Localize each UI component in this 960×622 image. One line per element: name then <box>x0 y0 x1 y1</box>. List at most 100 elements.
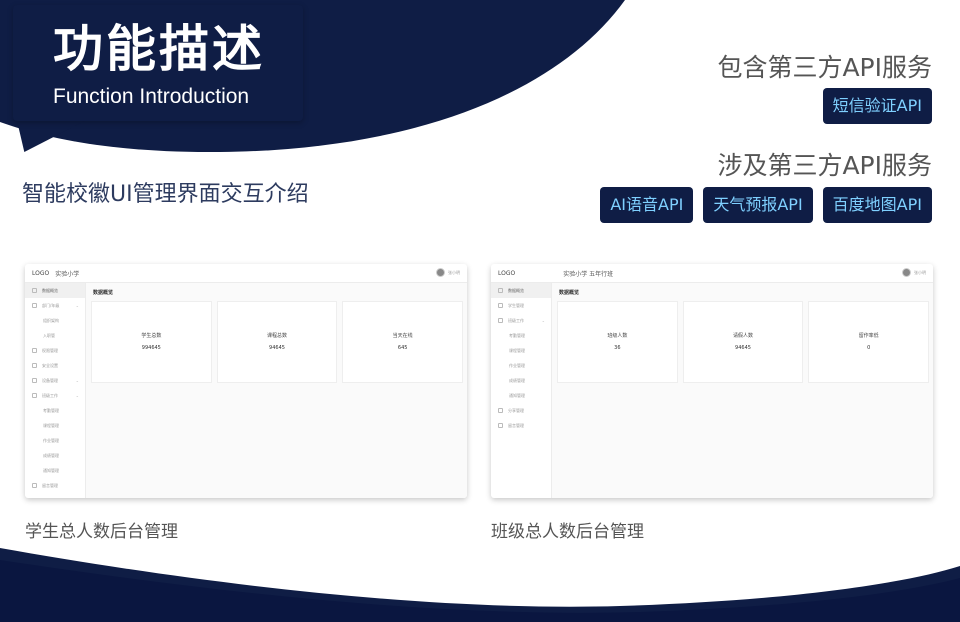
stat-label: 课程总数 <box>267 333 288 339</box>
sidebar-item-label: 留言管理 <box>508 422 524 428</box>
class-dashboard-screenshot: LOGO 实验小学 五年行班 张小明 数据概览学生管理班级工作 ⌄ 考勤管理课程管理… <box>491 264 933 498</box>
main-content: 数据概览 学生总数 994645 课程总数 94645 当天在线 645 <box>86 283 467 498</box>
stat-value: 36 <box>614 345 621 351</box>
sidebar-item[interactable]: 作业管理 <box>25 433 85 448</box>
stat-value: 645 <box>397 345 408 351</box>
user-menu[interactable]: 张小明 <box>902 268 926 277</box>
sidebar-item-label: 通知管理 <box>509 392 525 398</box>
caption-class: 班级总人数后台管理 <box>491 522 644 542</box>
sidebar-item-label: 入职管 <box>43 332 55 338</box>
sidebar-item[interactable]: 部门/年级 ⌄ <box>25 298 85 313</box>
stat-value: 94645 <box>269 345 285 351</box>
stat-label: 学生总数 <box>141 333 162 339</box>
logo: LOGO <box>32 269 50 277</box>
main-title: 数据概览 <box>559 290 580 296</box>
sidebar-item-label: 部门/年级 <box>42 302 60 308</box>
sidebar-item[interactable]: 组织架构 <box>25 313 85 328</box>
sidebar-item[interactable]: 设备管理 ⌄ <box>25 373 85 388</box>
sidebar-item-label: 考勤管理 <box>43 407 59 413</box>
stat-cards: 学生总数 994645 课程总数 94645 当天在线 645 <box>91 301 464 383</box>
top-bar: LOGO 实验小学 五年行班 张小明 <box>491 264 933 283</box>
stat-card: 学生总数 994645 <box>91 301 212 383</box>
sidebar-item-label: 课程管理 <box>509 347 525 353</box>
sidebar-item[interactable]: 班级工作 ⌄ <box>491 313 551 328</box>
stat-cards: 班级人数 36 请假人数 94645 留作率低 0 <box>557 301 930 383</box>
sidebar-item-label: 留言管理 <box>42 482 58 488</box>
user-name: 张小明 <box>914 269 926 275</box>
sidebar-item[interactable]: 留言管理 <box>491 418 551 433</box>
sidebar-item[interactable]: 考勤管理 <box>25 403 85 418</box>
sidebar-item[interactable]: 班级工作 ⌄ <box>25 388 85 403</box>
sidebar-item-label: 成绩管理 <box>43 452 59 458</box>
gear-icon <box>32 348 37 353</box>
list-icon <box>32 393 37 398</box>
sidebar-item[interactable]: 入职管 <box>25 328 85 343</box>
user-icon <box>32 303 37 308</box>
sidebar-item[interactable]: 数据概览 <box>491 283 551 298</box>
sidebar-item-label: 成绩管理 <box>509 377 525 383</box>
api-tag-weather: 天气预报API <box>703 187 813 223</box>
stat-card: 当天在线 645 <box>342 301 464 383</box>
sidebar-item-label: 设备管理 <box>42 377 58 383</box>
sidebar-item[interactable]: 作业管理 <box>491 358 551 373</box>
sidebar-item[interactable]: 考勤管理 <box>491 328 551 343</box>
sidebar-item[interactable]: 成绩管理 <box>491 373 551 388</box>
sidebar-item-label: 考勤管理 <box>509 332 525 338</box>
logo: LOGO <box>498 269 516 277</box>
avatar <box>436 268 445 277</box>
list-icon <box>498 318 503 323</box>
sidebar-item-label: 安全设置 <box>42 362 58 368</box>
grid-icon <box>498 288 503 293</box>
stat-label: 班级人数 <box>607 333 628 339</box>
sidebar-item[interactable]: 成绩管理 <box>25 448 85 463</box>
upload-icon <box>32 483 37 488</box>
user-name: 张小明 <box>448 269 460 275</box>
device-icon <box>32 378 37 383</box>
student-dashboard-screenshot: LOGO 实验小学 张小明 数据概览部门/年级 ⌄ 组织架构入职管权限管理安全设置设… <box>25 264 467 498</box>
sidebar-item-label: 学生管理 <box>508 302 524 308</box>
sidebar-item-label: 组织架构 <box>43 317 59 323</box>
page-title: 功能描述 <box>53 20 265 78</box>
chevron-down-icon: ⌄ <box>75 378 79 383</box>
involved-api-list: AI语音API 天气预报API 百度地图API <box>600 187 932 223</box>
sidebar-item[interactable]: 通知管理 <box>25 463 85 478</box>
sidebar-item[interactable]: 通知管理 <box>491 388 551 403</box>
share-icon <box>498 408 503 413</box>
school-name: 实验小学 <box>55 270 80 278</box>
shield-icon <box>32 363 37 368</box>
grid-icon <box>32 288 37 293</box>
included-api-list: 短信验证API <box>822 88 932 124</box>
sidebar: 数据概览部门/年级 ⌄ 组织架构入职管权限管理安全设置设备管理 ⌄ 班级工作 ⌄ 考勤管理课… <box>25 283 86 498</box>
sidebar-item[interactable]: 安全设置 <box>25 358 85 373</box>
stat-label: 当天在线 <box>392 333 413 339</box>
main-title: 数据概览 <box>93 290 114 296</box>
sidebar-item[interactable]: 课程管理 <box>491 343 551 358</box>
sidebar-item[interactable]: 数据概览 <box>25 283 85 298</box>
stat-value: 994645 <box>141 345 161 351</box>
sidebar: 数据概览学生管理班级工作 ⌄ 考勤管理课程管理作业管理成绩管理通知管理分享管理留言管… <box>491 283 552 498</box>
sidebar-item-label: 数据概览 <box>508 287 524 293</box>
chevron-down-icon: ⌄ <box>75 303 79 308</box>
avatar <box>902 268 911 277</box>
title-badge: 功能描述 Function Introduction <box>13 5 303 121</box>
sidebar-item[interactable]: 留言管理 <box>25 478 85 493</box>
sidebar-item-label: 课程管理 <box>43 422 59 428</box>
involved-api-heading: 涉及第三方API服务 <box>717 151 932 180</box>
school-name: 实验小学 五年行班 <box>563 270 614 278</box>
sidebar-item-label: 通知管理 <box>43 467 59 473</box>
stat-label: 留作率低 <box>858 333 879 339</box>
user-menu[interactable]: 张小明 <box>436 268 460 277</box>
chevron-down-icon: ⌄ <box>541 318 545 323</box>
page-title-en: Function Introduction <box>53 85 250 108</box>
stat-card: 课程总数 94645 <box>216 301 338 383</box>
sidebar-item[interactable]: 权限管理 <box>25 343 85 358</box>
api-tag-ai-voice: AI语音API <box>600 187 694 223</box>
sidebar-item[interactable]: 学生管理 <box>491 298 551 313</box>
stat-label: 请假人数 <box>733 333 754 339</box>
stat-card: 请假人数 94645 <box>682 301 804 383</box>
stat-value: 94645 <box>735 345 751 351</box>
sidebar-item[interactable]: 课程管理 <box>25 418 85 433</box>
sidebar-item[interactable]: 分享管理 <box>491 403 551 418</box>
user-icon <box>498 303 503 308</box>
sidebar-item-label: 数据概览 <box>42 287 58 293</box>
